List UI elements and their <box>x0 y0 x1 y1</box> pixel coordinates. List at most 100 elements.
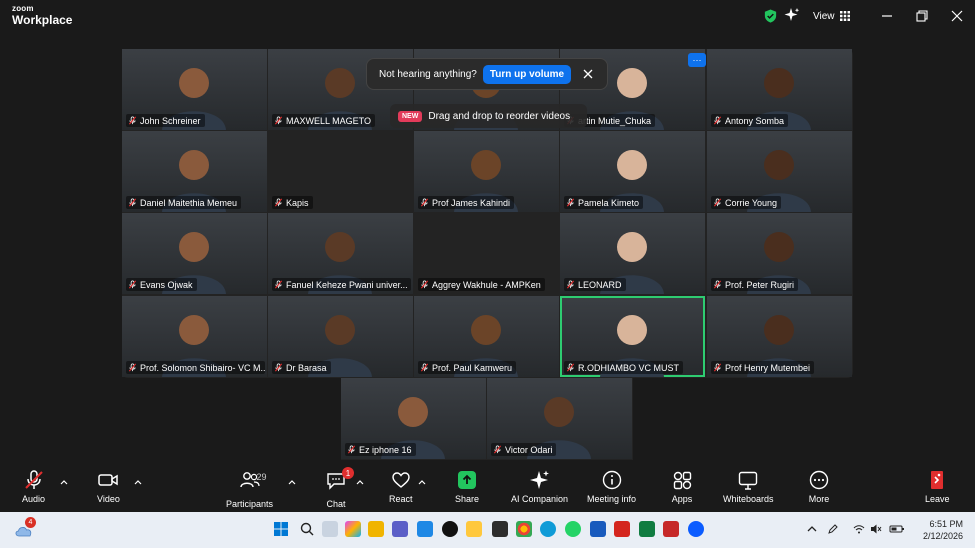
whiteboards-button[interactable]: Whiteboards <box>723 469 774 511</box>
microphone-muted-icon <box>713 116 722 125</box>
participant-name: Aggrey Wakhule - AMPKen <box>432 279 541 290</box>
participant-name-tag: Pamela Kimeto <box>564 196 644 209</box>
restore-icon[interactable] <box>914 8 930 24</box>
shield-icon[interactable] <box>763 8 778 24</box>
excel-icon[interactable] <box>639 521 655 537</box>
microphone-muted-icon <box>713 198 722 207</box>
turn-up-volume-button[interactable]: Turn up volume <box>482 64 572 84</box>
teams-icon[interactable] <box>392 521 408 537</box>
zoom-app-icon[interactable] <box>688 521 704 537</box>
apps-label: Apps <box>671 494 693 504</box>
participant-name-tag: John Schreiner <box>126 114 205 127</box>
close-icon[interactable] <box>949 8 965 24</box>
participant-tile[interactable]: Prof. Solomon Shibairo- VC M... <box>122 296 267 377</box>
microphone-muted-icon <box>274 198 283 207</box>
speaker-muted-icon[interactable] <box>870 523 882 535</box>
view-button[interactable]: View <box>807 5 856 27</box>
chevron-up-icon[interactable] <box>288 479 296 485</box>
microphone-muted-icon <box>128 280 137 289</box>
participant-name: Daniel Maitethia Memeu <box>140 197 238 208</box>
participant-tile[interactable]: Evans Ojwak <box>122 213 267 294</box>
battery-icon[interactable] <box>889 523 905 535</box>
participant-name-tag: Aggrey Wakhule - AMPKen <box>418 278 545 291</box>
chatgpt-icon[interactable] <box>442 521 458 537</box>
tile-more-options-button[interactable]: ··· <box>688 53 706 67</box>
participant-tile[interactable]: LEONARD <box>560 213 705 294</box>
participant-tile[interactable]: Daniel Maitethia Memeu <box>122 131 267 212</box>
share-screen-icon <box>458 471 477 489</box>
participant-name: Evans Ojwak <box>140 279 193 290</box>
meeting-info-button[interactable]: Meeting info <box>587 469 636 511</box>
search-icon[interactable] <box>299 521 315 537</box>
pen-icon[interactable] <box>827 523 839 535</box>
participant-name: Antony Somba <box>725 115 785 126</box>
participant-name-tag: LEONARD <box>564 278 626 291</box>
zoom-logo: zoom Workplace <box>12 5 72 27</box>
participant-tile[interactable]: Prof Henry Mutembei <box>707 296 852 377</box>
ai-companion-label: AI Companion <box>511 494 569 504</box>
app-icon[interactable] <box>368 521 384 537</box>
participant-tile[interactable]: Fanuel Keheze Pwani univer... <box>268 213 413 294</box>
chevron-up-icon[interactable] <box>356 479 364 485</box>
wifi-icon[interactable] <box>853 523 865 535</box>
react-button[interactable]: React <box>389 469 413 511</box>
word-icon[interactable] <box>590 521 606 537</box>
audio-button[interactable]: Audio <box>22 469 45 511</box>
file-explorer-icon[interactable] <box>466 521 482 537</box>
participant-tile[interactable]: Pamela Kimeto <box>560 131 705 212</box>
participant-tile[interactable]: R.ODHIAMBO VC MUST <box>560 296 705 377</box>
share-label: Share <box>455 494 480 504</box>
weather-widget[interactable]: 4 <box>14 517 36 539</box>
title-bar: zoom Workplace View <box>0 0 975 34</box>
participant-tile[interactable]: Prof. Paul Kamweru <box>414 296 559 377</box>
store-icon[interactable] <box>417 521 433 537</box>
participant-name-tag: Daniel Maitethia Memeu <box>126 196 242 209</box>
microphone-muted-icon <box>566 280 575 289</box>
participant-tile[interactable]: Aggrey Wakhule - AMPKen <box>414 213 559 294</box>
participant-name-tag: Dr Barasa <box>272 361 331 374</box>
participant-tile[interactable]: Ez iphone 16 <box>341 378 486 459</box>
participant-name-tag: R.ODHIAMBO VC MUST <box>564 361 684 374</box>
video-button[interactable]: Video <box>97 469 120 511</box>
participant-tile[interactable]: Antony Somba <box>707 49 852 130</box>
participant-tile[interactable]: Dr Barasa <box>268 296 413 377</box>
chat-button[interactable]: 1 Chat <box>325 467 354 511</box>
participant-name-tag: Antony Somba <box>711 114 789 127</box>
leave-button[interactable]: Leave <box>925 469 950 511</box>
system-clock[interactable]: 6:51 PM 2/12/2026 <box>923 518 963 542</box>
chevron-up-icon[interactable] <box>806 523 818 535</box>
participant-tile[interactable]: Prof. Peter Rugiri <box>707 213 852 294</box>
apps-button[interactable]: Apps <box>671 469 693 511</box>
close-icon[interactable] <box>583 69 593 79</box>
participant-tile[interactable]: Corrie Young <box>707 131 852 212</box>
ai-companion-button[interactable]: AI Companion <box>511 469 568 511</box>
participant-name: Prof James Kahindi <box>432 197 511 208</box>
chevron-up-icon[interactable] <box>134 479 142 485</box>
whatsapp-icon[interactable] <box>565 521 581 537</box>
chevron-up-icon[interactable] <box>60 479 68 485</box>
participant-name: artin Mutie_Chuka <box>578 115 652 126</box>
acrobat-icon[interactable] <box>614 521 630 537</box>
share-button[interactable]: Share <box>455 469 479 511</box>
participant-tile[interactable]: Victor Odari <box>487 378 632 459</box>
task-view-icon[interactable] <box>322 521 338 537</box>
edge-icon[interactable] <box>540 521 556 537</box>
participants-button[interactable]: 29 Participants <box>226 469 273 511</box>
chevron-up-icon[interactable] <box>418 479 426 485</box>
app-icon[interactable] <box>663 521 679 537</box>
chrome-icon[interactable] <box>516 521 532 537</box>
microphone-muted-icon <box>274 116 283 125</box>
sparkle-icon[interactable] <box>784 7 800 23</box>
microphone-muted-icon <box>128 198 137 207</box>
minimize-icon[interactable] <box>879 8 895 24</box>
participant-tile[interactable]: Prof James Kahindi <box>414 131 559 212</box>
copilot-icon[interactable] <box>345 521 361 537</box>
windows-start-icon[interactable] <box>273 521 289 537</box>
participant-tile[interactable]: John Schreiner <box>122 49 267 130</box>
participant-name: Ez iphone 16 <box>359 444 412 455</box>
more-button[interactable]: More <box>808 469 830 511</box>
participant-tile[interactable]: Kapis <box>268 131 413 212</box>
grid-icon <box>839 11 850 21</box>
app-icon[interactable] <box>492 521 508 537</box>
clock-date: 2/12/2026 <box>922 531 963 542</box>
